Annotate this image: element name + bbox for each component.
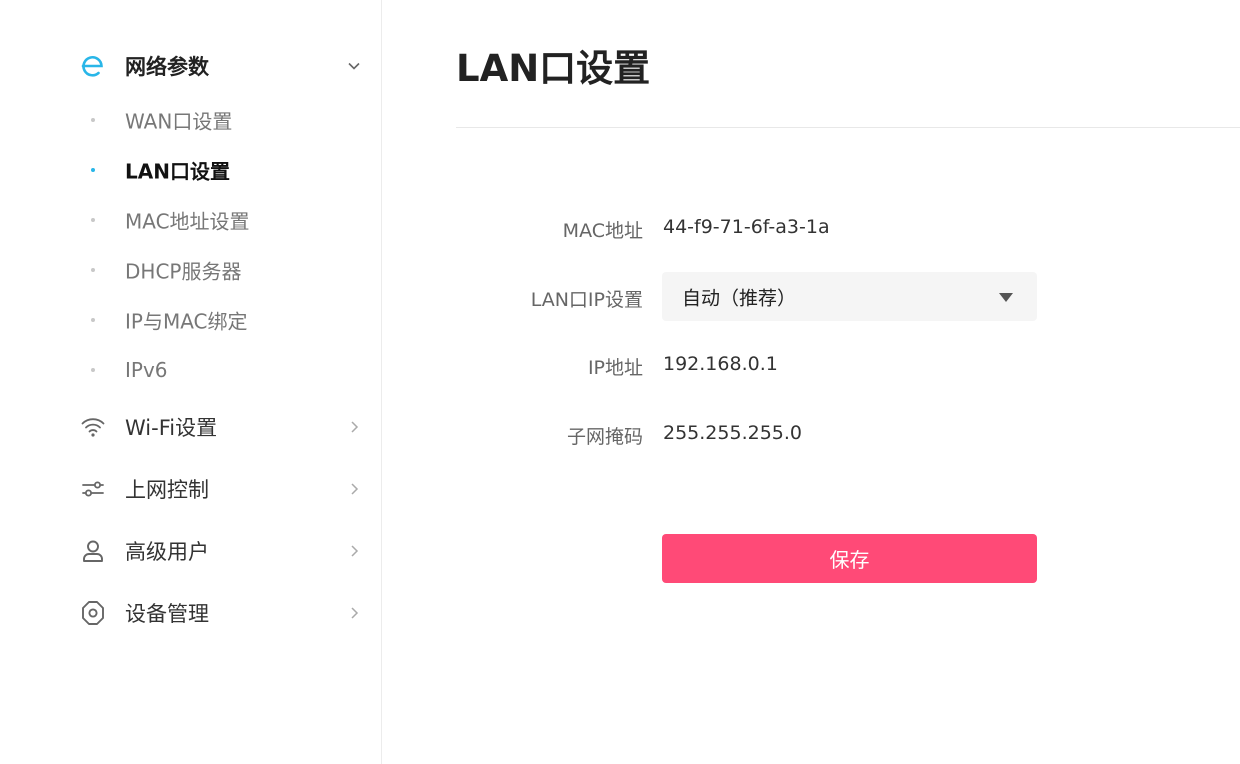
lan-ip-mode-value: 自动（推荐） <box>682 287 797 309</box>
mac-address-label: MAC地址 <box>562 220 643 242</box>
mac-address-value: 44-f9-71-6f-a3-1a <box>663 216 830 238</box>
gear-icon <box>78 598 108 628</box>
sidebar-item-label: LAN口设置 <box>125 159 230 184</box>
sidebar-group-access-control[interactable]: 上网控制 <box>78 469 363 509</box>
sidebar: 网络参数 WAN口设置 LAN口设置 MAC地址设置 DHCP服务器 IP与MA… <box>0 0 382 764</box>
chevron-right-icon <box>345 542 363 560</box>
sidebar-item-lan[interactable]: LAN口设置 <box>78 152 363 188</box>
wifi-icon <box>78 412 108 442</box>
chevron-down-icon <box>345 57 363 75</box>
lan-ip-mode-label: LAN口IP设置 <box>530 289 643 311</box>
network-e-icon <box>78 51 108 81</box>
sidebar-group-label: 上网控制 <box>125 478 209 502</box>
chevron-right-icon <box>345 418 363 436</box>
subnet-mask-value: 255.255.255.0 <box>663 422 803 444</box>
sidebar-item-label: DHCP服务器 <box>125 259 242 284</box>
sidebar-group-label: 设备管理 <box>125 602 209 626</box>
sidebar-item-ip-mac-binding[interactable]: IP与MAC绑定 <box>78 302 363 338</box>
sliders-icon <box>78 474 108 504</box>
sidebar-group-label: Wi-Fi设置 <box>125 416 218 440</box>
bullet-icon <box>91 118 95 122</box>
main-content: LAN口设置 MAC地址 44-f9-71-6f-a3-1a LAN口IP设置 … <box>383 0 1240 764</box>
title-divider <box>456 127 1240 128</box>
bullet-icon <box>91 268 95 272</box>
chevron-right-icon <box>345 604 363 622</box>
ip-address-value: 192.168.0.1 <box>663 353 778 375</box>
sidebar-group-label: 网络参数 <box>125 55 209 79</box>
bullet-icon <box>91 368 95 372</box>
bullet-icon <box>91 168 95 172</box>
sidebar-group-network[interactable]: 网络参数 <box>78 46 363 86</box>
sidebar-item-label: WAN口设置 <box>125 109 233 134</box>
user-icon <box>78 536 108 566</box>
sidebar-item-label: IPv6 <box>125 358 168 382</box>
bullet-icon <box>91 318 95 322</box>
lan-ip-mode-select[interactable]: 自动（推荐） <box>662 272 1037 321</box>
subnet-mask-label: 子网掩码 <box>566 426 643 448</box>
sidebar-item-ipv6[interactable]: IPv6 <box>78 352 363 388</box>
dropdown-arrow-icon <box>999 292 1013 302</box>
page-title: LAN口设置 <box>456 47 651 90</box>
sidebar-item-mac[interactable]: MAC地址设置 <box>78 202 363 238</box>
sidebar-group-advanced-users[interactable]: 高级用户 <box>78 531 363 571</box>
sidebar-group-device-management[interactable]: 设备管理 <box>78 593 363 633</box>
save-button[interactable]: 保存 <box>662 534 1037 583</box>
sidebar-item-dhcp[interactable]: DHCP服务器 <box>78 252 363 288</box>
bullet-icon <box>91 218 95 222</box>
sidebar-item-label: MAC地址设置 <box>125 209 250 234</box>
sidebar-item-wan[interactable]: WAN口设置 <box>78 102 363 138</box>
sidebar-item-label: IP与MAC绑定 <box>125 309 248 334</box>
sidebar-group-wifi[interactable]: Wi-Fi设置 <box>78 407 363 447</box>
ip-address-label: IP地址 <box>587 357 643 379</box>
chevron-right-icon <box>345 480 363 498</box>
sidebar-group-label: 高级用户 <box>125 540 209 564</box>
